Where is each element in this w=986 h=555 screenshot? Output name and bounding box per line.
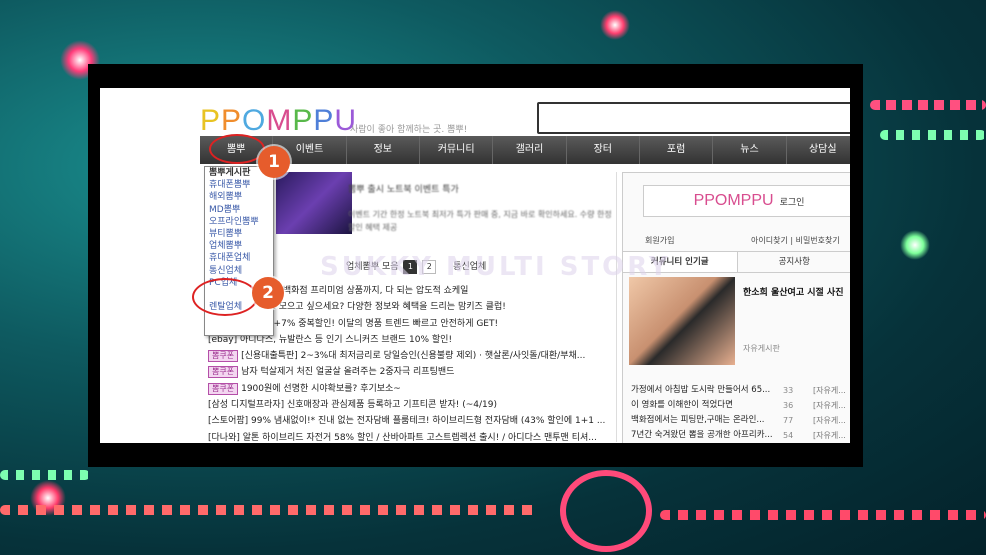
neon-bar [660, 510, 986, 520]
login-button[interactable]: 로그인 [780, 197, 805, 207]
list-item[interactable]: [삼성 디지털프라자] 신호매장과 관심제품 등록하고 기프티콘 받자! (~4… [208, 397, 608, 413]
nav-item-news[interactable]: 뉴스 [713, 136, 787, 164]
banner-description: 이벤트 기간 한정 노트북 최저가 특가 판매 중, 지금 바로 확인하세요. … [348, 210, 612, 232]
neon-bar [0, 470, 90, 480]
login-box[interactable]: PPOMPPU 로그인 [643, 185, 850, 217]
nav-item-gallery[interactable]: 갤러리 [493, 136, 567, 164]
nav-item-market[interactable]: 장터 [567, 136, 640, 164]
nav-item-forum[interactable]: 포럼 [640, 136, 714, 164]
list-item[interactable]: [다나와] 알톤 하이브리드 자전거 58% 할인 / 산바아파트 고스트렙렉션… [208, 430, 608, 443]
main-nav: 뽐뿌 이벤트 정보 커뮤니티 갤러리 장터 포럼 뉴스 상담실 [200, 136, 850, 164]
banner-title[interactable]: 뽐뿌 출시 노트북 이벤트 특가 [348, 182, 459, 195]
list-item[interactable]: 가정에서 아침밥 도시락 만들어서 65... 33 [자유게... [631, 383, 850, 398]
coupon-badge: 뽐쿠폰 [208, 382, 239, 395]
step-badge-1: 1 [258, 146, 290, 178]
popular-list: 가정에서 아침밥 도시락 만들어서 65... 33 [자유게... 이 영화를 이… [631, 383, 850, 443]
list-item[interactable]: 이 영화를 이해한이 적었다면 36 [자유게... [631, 398, 850, 413]
menu-item-overseas[interactable]: 해외뽐뿌 [205, 191, 273, 203]
highlight-circle-2 [192, 278, 258, 316]
list-item[interactable]: [스토어팜] 99% 냄새없이!* 진내 없는 전자담배 플룸테크! 하이브리드… [208, 413, 608, 429]
coupon-badge: 뽐쿠폰 [208, 366, 239, 379]
step-badge-2: 2 [252, 277, 284, 309]
neon-bar [880, 130, 986, 140]
nav-item-community[interactable]: 커뮤니티 [420, 136, 494, 164]
popular-post-category: 자유게시판 [743, 344, 780, 353]
list-item[interactable]: 뽐쿠폰 1900원에 선명한 시야확보를? 후기보소~ [208, 381, 608, 397]
neon-bar [0, 505, 540, 515]
tagline: 사람이 좋아 함께하는 곳. 뽐뿌! [350, 125, 468, 135]
menu-item-md[interactable]: MD뽐뿌 [205, 204, 273, 216]
join-link[interactable]: 회원가입 [645, 235, 674, 246]
menu-item-offline[interactable]: 오프라인뽐뿌 [205, 216, 273, 228]
list-item[interactable]: 7년간 숙겨왔던 뽐을 공개한 아프리카... 54 [자유게... [631, 428, 850, 443]
tab-notice[interactable]: 공지사항 [738, 252, 851, 272]
popular-post-thumbnail[interactable] [629, 277, 735, 365]
neon-bar [870, 100, 986, 110]
menu-item-phone-vendor[interactable]: 휴대폰업체 [205, 252, 273, 264]
right-panel: PPOMPPU 로그인 회원가입 아이디찾기 | 비밀번호찾기 커뮤니티 인기글 … [622, 172, 850, 443]
find-account-links[interactable]: 아이디찾기 | 비밀번호찾기 [751, 235, 840, 246]
popular-post-title[interactable]: 한소희 울산여고 시절 사진 [743, 285, 843, 298]
neon-light [900, 230, 930, 260]
highlight-circle-1 [209, 134, 265, 164]
neon-light [560, 470, 652, 552]
login-logo: PPOMPPU [693, 192, 774, 209]
list-item[interactable]: 뽐쿠폰 남자 턱살제거 처진 얼굴살 올려주는 2중자극 리프팅밴드 [208, 364, 608, 380]
nav-item-counsel[interactable]: 상담실 [787, 136, 850, 164]
list-item[interactable]: 백화점에서는 피팅만,구매는 온라인... 77 [자유게... [631, 413, 850, 428]
list-item[interactable]: 뽐쿠폰 [신용대출특판] 2~3%대 최저금리로 당일승인(신용불량 제외) · … [208, 348, 608, 364]
column-divider [616, 172, 617, 442]
menu-item-beauty[interactable]: 뷰티뽐뿌 [205, 228, 273, 240]
menu-item-phone[interactable]: 휴대폰뽐뿌 [205, 179, 273, 191]
neon-light [600, 10, 630, 40]
ppomppu-logo[interactable]: PPOMPPU [200, 104, 357, 138]
nav-item-info[interactable]: 정보 [347, 136, 420, 164]
menu-item-telecom-vendor[interactable]: 통신업체 [205, 265, 273, 277]
search-input[interactable] [537, 102, 850, 134]
watermark-text: SUKKY MULTI STORY [320, 252, 671, 282]
coupon-badge: 뽐쿠폰 [208, 350, 239, 363]
banner-image[interactable] [276, 172, 352, 234]
menu-item-vendor[interactable]: 업체뽐뿌 [205, 240, 273, 252]
